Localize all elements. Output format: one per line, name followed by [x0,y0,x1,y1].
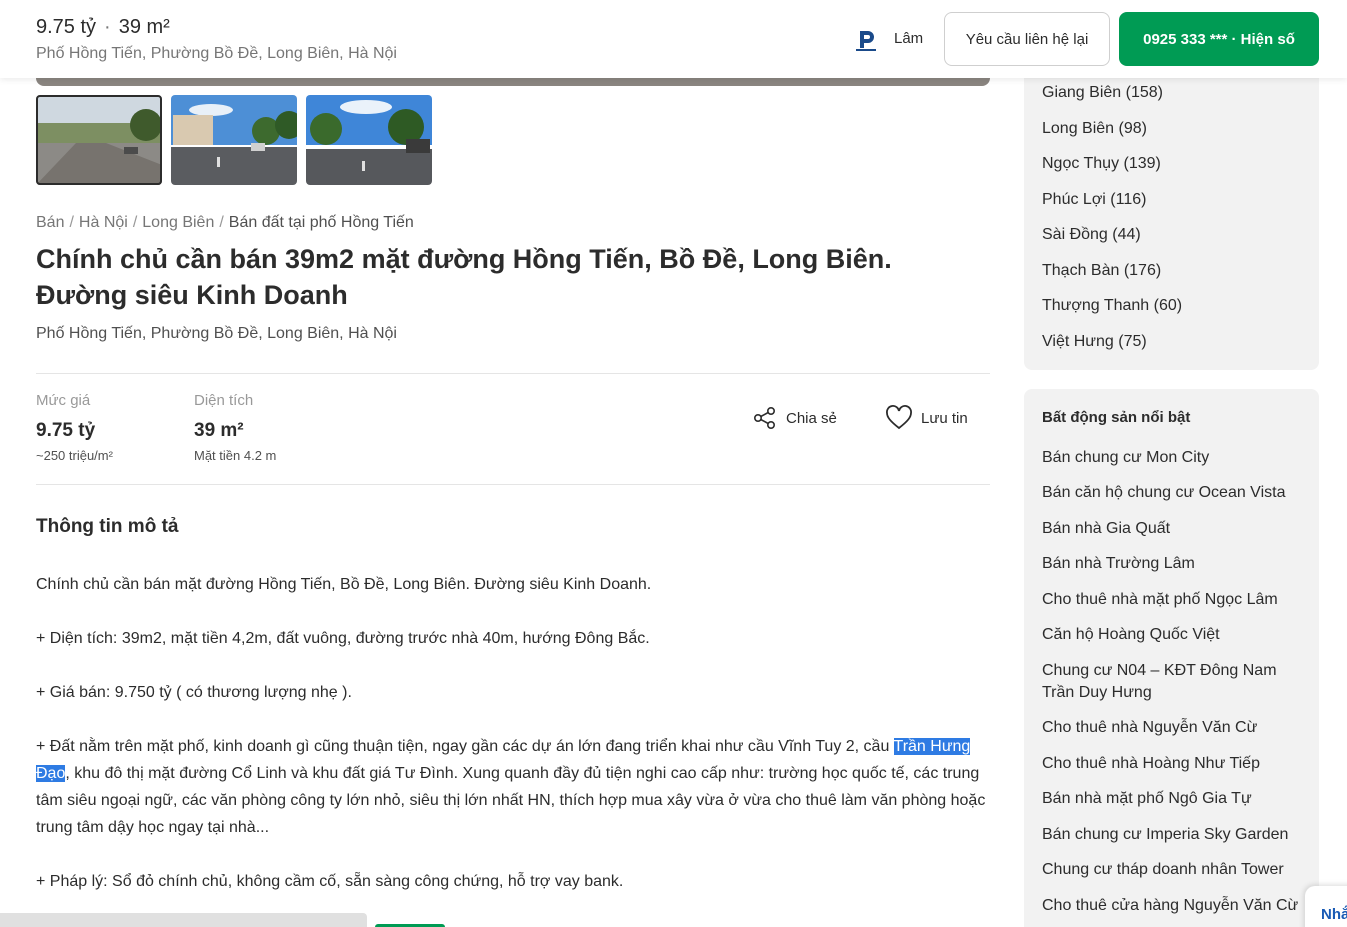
description-paragraph: + Diện tích: 39m2, mặt tiền 4,2m, đất vu… [36,630,650,647]
agent-name[interactable]: Lâm [894,30,923,47]
divider [36,484,990,485]
area-value: 39 m² [194,420,244,441]
breadcrumb-item-current: Bán đất tại phố Hồng Tiến [228,214,414,231]
price-value: 9.75 tỷ [36,420,96,441]
thumbnail-1[interactable] [36,95,162,185]
photo-thumbnails [36,95,432,185]
header-price: 9.75 tỷ [36,16,97,38]
price-stat: Mức giá 9.75 tỷ ~250 triệu/m² [36,392,113,463]
bottom-toolbar [0,913,367,927]
listing-address: Phố Hồng Tiến, Phường Bồ Đề, Long Biên, … [36,325,397,342]
sticky-header: 9.75 tỷ · 39 m² Phố Hồng Tiến, Phường Bồ Đ… [0,0,1347,78]
ward-link[interactable]: Thạch Bàn (176) [1042,262,1161,280]
description-paragraph: + Giá bán: 9.750 tỷ ( có thương lượng nh… [36,684,352,701]
price-per-m2: ~250 triệu/m² [36,448,113,463]
ward-link[interactable]: Long Biên (98) [1042,120,1147,138]
request-contact-button[interactable]: Yêu cầu liên hệ lại [944,12,1110,66]
share-icon [753,406,776,429]
header-separator: · [104,16,111,38]
show-phone-button[interactable]: 0925 333 *** · Hiện số [1119,12,1319,66]
featured-link[interactable]: Cho thuê cửa hàng Nguyễn Văn Cừ [1042,895,1302,917]
header-area: 39 m² [118,16,170,38]
ward-link[interactable]: Thượng Thanh (60) [1042,297,1182,315]
price-label: Mức giá [36,392,91,409]
breadcrumb-item-city[interactable]: Hà Nội [79,214,128,231]
featured-link[interactable]: Bán chung cư Imperia Sky Garden [1042,824,1302,846]
ward-link[interactable]: Việt Hưng (75) [1042,333,1147,351]
frontage: Mặt tiền 4.2 m [194,448,277,463]
featured-link[interactable]: Cho thuê nhà mặt phố Ngọc Lâm [1042,589,1302,611]
divider [36,373,990,374]
breadcrumb-separator: / [219,214,224,231]
description-paragraph: + Pháp lý: Sổ đỏ chính chủ, không cầm cố… [36,873,624,890]
breadcrumb-separator: / [132,214,138,231]
area-label: Diện tích [194,392,254,409]
description-paragraph: + Đất nằm trên mặt phố, kinh doanh gì cũ… [36,733,990,841]
save-label: Lưu tin [921,409,968,427]
ward-list-panel [1024,60,1319,370]
breadcrumb-item-district[interactable]: Long Biên [142,214,214,231]
featured-panel [1024,389,1319,927]
featured-link[interactable]: Chung cư tháp doanh nhân Tower [1042,859,1302,881]
breadcrumb-item-sale[interactable]: Bán [36,214,64,231]
header-address: Phố Hồng Tiến, Phường Bồ Đề, Long Biên, … [36,45,397,62]
agent-logo-icon[interactable] [851,24,881,54]
description-paragraph: Chính chủ cần bán mặt đường Hồng Tiến, B… [36,576,652,593]
featured-link[interactable]: Bán nhà Gia Quất [1042,518,1302,540]
breadcrumb-separator: / [69,214,74,231]
listing-title: Chính chủ cần bán 39m2 mặt đường Hồng Ti… [36,244,892,310]
description-title: Thông tin mô tả [36,516,179,537]
description-text: , khu đô thị mặt đường Cổ Linh và khu đấ… [36,765,986,836]
share-label: Chia sẻ [786,409,837,427]
heart-icon [886,405,912,430]
header-price-area: 9.75 tỷ · 39 m² [36,16,170,39]
save-button[interactable]: Lưu tin [885,405,968,431]
featured-link[interactable]: Căn hộ Hoàng Quốc Việt [1042,624,1302,646]
featured-link[interactable]: Bán căn hộ chung cư Ocean Vista [1042,482,1302,504]
thumbnail-2[interactable] [171,95,297,185]
featured-link[interactable]: Chung cư N04 – KĐT Đông Nam Trần Duy Hưn… [1042,660,1302,704]
chat-widget-button[interactable]: Nhắ [1305,886,1347,927]
ward-link[interactable]: Giang Biên (158) [1042,84,1163,102]
featured-link[interactable]: Bán nhà mặt phố Ngô Gia Tự [1042,788,1302,810]
featured-link[interactable]: Cho thuê nhà Nguyễn Văn Cừ [1042,717,1302,739]
featured-title: Bất động sản nổi bật [1042,409,1191,426]
featured-link[interactable]: Bán nhà Trường Lâm [1042,553,1302,575]
description-text: + Đất nằm trên mặt phố, kinh doanh gì cũ… [36,738,894,755]
thumbnail-3[interactable] [306,95,432,185]
breadcrumb: Bán / Hà Nội / Long Biên / Bán đất tại phố Hồn… [36,214,414,232]
ward-link[interactable]: Phúc Lợi (116) [1042,191,1146,209]
area-stat: Diện tích 39 m² Mặt tiền 4.2 m [194,392,276,463]
featured-link[interactable]: Cho thuê nhà Hoàng Như Tiếp [1042,753,1302,775]
featured-link[interactable]: Bán chung cư Mon City [1042,447,1302,469]
share-button[interactable]: Chia sẻ [752,405,837,431]
ward-link[interactable]: Sài Đồng (44) [1042,226,1141,244]
ward-link[interactable]: Ngọc Thụy (139) [1042,155,1161,173]
